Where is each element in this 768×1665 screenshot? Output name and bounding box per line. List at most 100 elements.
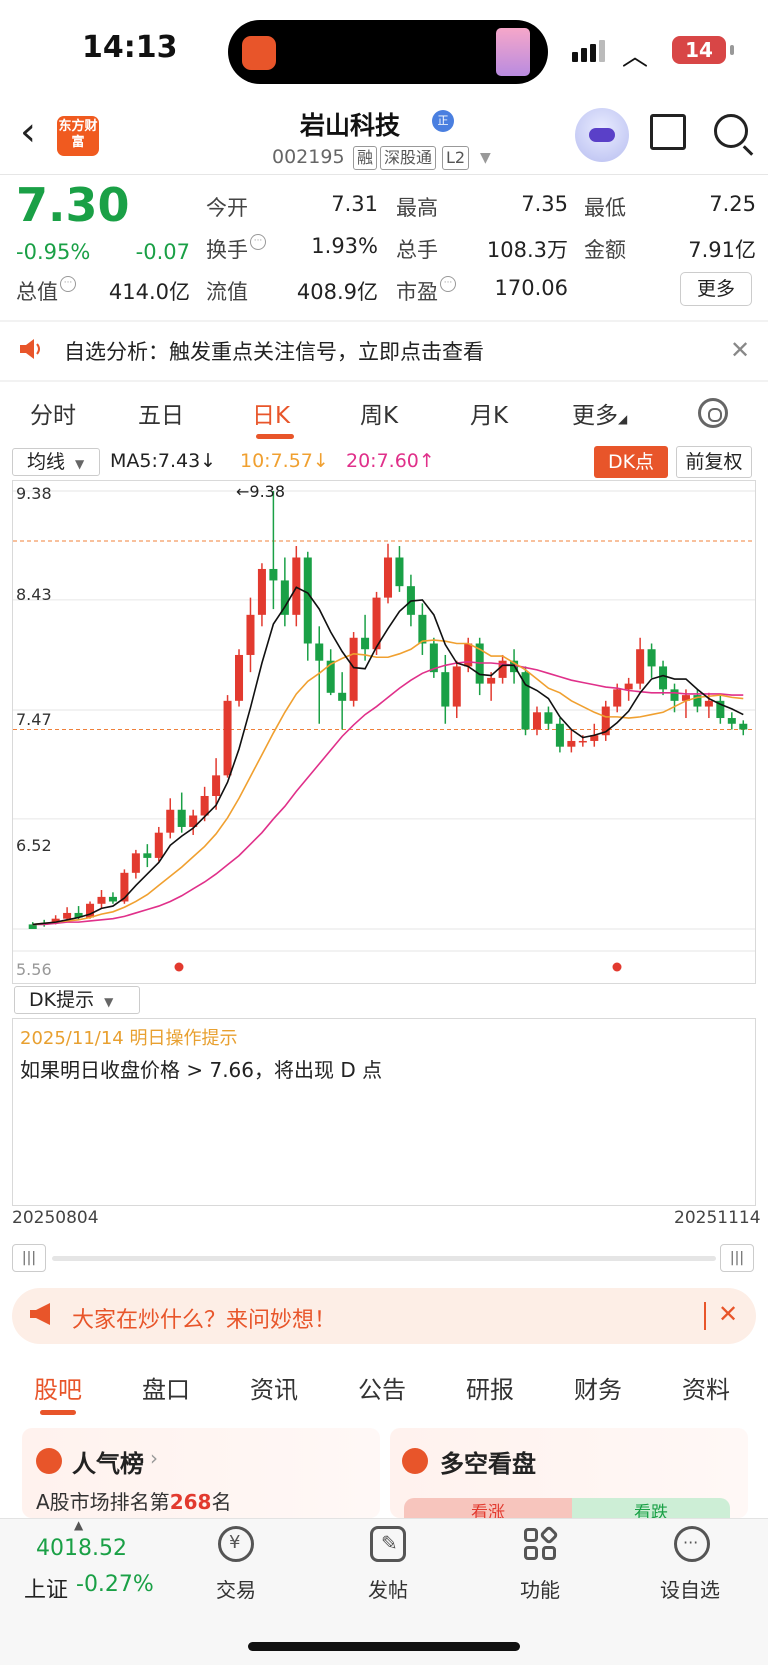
tab-weekly-k[interactable]: 周K xyxy=(360,396,398,430)
battery-icon: 14 xyxy=(672,36,734,64)
y-tick-label: 6.52 xyxy=(16,836,52,855)
float-cap-value: 408.9亿 xyxy=(296,280,378,304)
share-icon[interactable] xyxy=(650,114,686,150)
app-activity-icon xyxy=(242,36,276,70)
volume-value: 108.3万 xyxy=(486,238,568,262)
search-icon[interactable] xyxy=(714,114,748,148)
chevron-right-icon: › xyxy=(150,1446,158,1470)
stock-code: 002195 xyxy=(272,146,345,168)
nav-functions[interactable]: 功能 xyxy=(520,1574,560,1603)
status-time: 14:13 xyxy=(82,30,178,65)
candle-body xyxy=(246,614,255,655)
caret-up-icon: ▲ xyxy=(74,1518,84,1532)
slider-right-handle[interactable]: ||| xyxy=(720,1244,754,1272)
ma20-line xyxy=(32,661,744,926)
info-icon[interactable]: ··· xyxy=(250,234,266,250)
candle-body xyxy=(727,718,736,724)
candle-body xyxy=(670,689,679,701)
chevron-down-icon[interactable]: ▼ xyxy=(480,150,491,166)
close-icon[interactable]: ✕ xyxy=(718,1300,738,1328)
candle-body xyxy=(555,723,564,747)
tab-news[interactable]: 资讯 xyxy=(250,1370,298,1405)
high-value: 7.35 xyxy=(521,192,568,216)
amount-value: 7.91亿 xyxy=(688,238,756,262)
tab-orderbook[interactable]: 盘口 xyxy=(142,1370,190,1405)
active-tab-indicator xyxy=(40,1410,76,1415)
candle-body xyxy=(578,740,587,743)
active-tab-indicator xyxy=(256,434,294,439)
candle-body xyxy=(464,643,473,667)
tag-level2: L2 xyxy=(442,146,470,170)
chart-icon xyxy=(36,1448,62,1474)
tab-daily-k[interactable]: 日K xyxy=(252,396,290,430)
candle-body xyxy=(441,672,450,707)
dk-point-button[interactable]: DK点 xyxy=(594,446,668,478)
assistant-robot-icon[interactable] xyxy=(575,108,629,162)
nav-add-watchlist[interactable]: 设自选 xyxy=(660,1574,720,1603)
more-quote-button[interactable]: 更多 xyxy=(680,272,752,306)
home-indicator xyxy=(248,1642,520,1651)
dk-date-line: 2025/11/14 明日操作提示 xyxy=(20,1028,238,1049)
grid-icon[interactable] xyxy=(522,1525,559,1562)
kline-chart[interactable] xyxy=(12,480,756,984)
candle-body xyxy=(544,712,553,724)
trade-icon[interactable]: ¥ xyxy=(218,1526,254,1562)
candle-body xyxy=(647,649,656,667)
volume-label: 总手 xyxy=(396,238,438,262)
add-watchlist-icon[interactable]: ··· xyxy=(674,1526,710,1562)
index-change[interactable]: -0.27% xyxy=(76,1572,154,1597)
candle-body xyxy=(97,896,106,904)
candle-body xyxy=(361,637,370,650)
gear-icon[interactable] xyxy=(698,398,728,428)
tab-profile[interactable]: 资料 xyxy=(682,1370,730,1405)
cellular-signal-icon xyxy=(572,40,608,62)
candle-body xyxy=(235,654,244,701)
close-icon[interactable]: ✕ xyxy=(730,336,750,364)
nav-trade[interactable]: 交易 xyxy=(216,1574,256,1603)
tab-intraday[interactable]: 分时 xyxy=(30,396,76,430)
candle-body xyxy=(349,637,358,701)
index-value[interactable]: 4018.52 xyxy=(36,1536,127,1561)
dk-select[interactable]: DK提示 ▼ xyxy=(14,986,140,1014)
ma20-label: 20:7.60↑ xyxy=(346,450,435,472)
dynamic-island xyxy=(228,20,548,84)
tab-five-day[interactable]: 五日 xyxy=(138,396,184,430)
info-icon[interactable]: ··· xyxy=(60,276,76,292)
tab-financials[interactable]: 财务 xyxy=(574,1370,622,1405)
candle-body xyxy=(739,723,748,730)
candle-body xyxy=(223,700,232,776)
tab-monthly-k[interactable]: 月K xyxy=(470,396,508,430)
tab-announcements[interactable]: 公告 xyxy=(358,1370,406,1405)
back-button[interactable]: ‹ xyxy=(20,112,36,152)
candle-body xyxy=(212,775,221,796)
info-icon[interactable]: ··· xyxy=(440,276,456,292)
adjust-button[interactable]: 前复权 xyxy=(676,446,752,478)
low-value: 7.25 xyxy=(709,192,756,216)
tab-research[interactable]: 研报 xyxy=(466,1370,514,1405)
float-cap-label: 流值 xyxy=(206,280,248,304)
candle-body xyxy=(532,712,541,730)
range-slider[interactable]: ||| ||| xyxy=(12,1244,756,1272)
post-icon[interactable]: ✎ xyxy=(370,1526,406,1562)
ma-select[interactable]: 均线 ▼ xyxy=(12,448,100,476)
candle-body xyxy=(200,795,209,816)
tab-more[interactable]: 更多◢ xyxy=(572,396,627,430)
candle-body xyxy=(166,809,175,833)
y-tick-label: 7.47 xyxy=(16,710,52,729)
nav-post[interactable]: 发帖 xyxy=(368,1574,408,1603)
bullbear-title: 多空看盘 xyxy=(440,1450,536,1478)
bear-button[interactable]: 看跌 xyxy=(572,1498,730,1518)
open-label: 今开 xyxy=(206,196,248,220)
candle-body xyxy=(63,912,72,919)
index-name[interactable]: 上证 xyxy=(24,1572,68,1604)
ask-text[interactable]: 大家在炒什么？来问妙想！ xyxy=(72,1302,336,1334)
candle-body xyxy=(338,692,347,701)
slider-left-handle[interactable]: ||| xyxy=(12,1244,46,1272)
banner-text[interactable]: 自选分析：触发重点关注信号，立即点击查看 xyxy=(64,336,484,366)
tab-forum[interactable]: 股吧 xyxy=(34,1370,82,1405)
candle-body xyxy=(487,677,496,684)
bull-button[interactable]: 看涨 xyxy=(404,1498,572,1518)
end-date: 20251114 xyxy=(674,1208,761,1228)
candle-body xyxy=(154,832,163,858)
change-percent: -0.95% xyxy=(16,240,91,264)
